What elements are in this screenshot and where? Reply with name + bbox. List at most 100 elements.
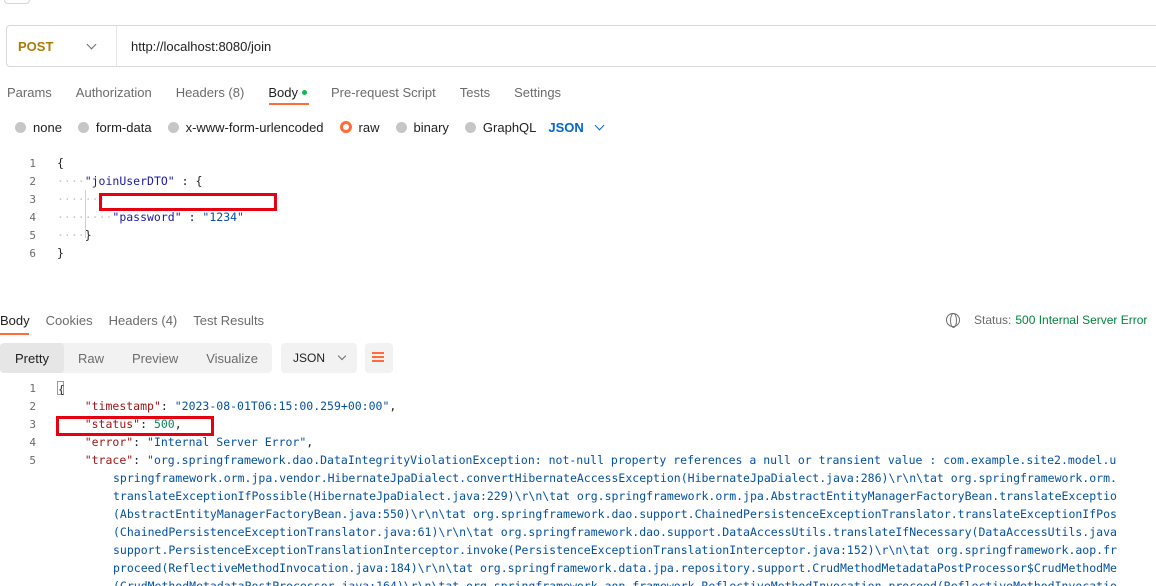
wrap-lines-icon[interactable] <box>365 343 394 373</box>
code-text: ····} <box>57 228 92 242</box>
response-status: Status: 500 Internal Server Error <box>946 311 1147 329</box>
trace-continuation: (AbstractEntityManagerFactoryBean.java:5… <box>113 507 1117 521</box>
url-input[interactable]: http://localhost:8080/join <box>117 39 271 54</box>
status-value[interactable]: 500 Internal Server Error <box>1015 313 1147 327</box>
code-text: "error": "Internal Server Error", <box>84 435 314 449</box>
highlight-box <box>99 193 277 211</box>
response-tabs: Body Cookies Headers (4) Test Results <box>0 311 280 329</box>
response-tab-cookies[interactable]: Cookies <box>46 313 93 328</box>
body-type-binary[interactable]: binary <box>395 119 449 135</box>
chevron-down-icon <box>337 351 347 361</box>
body-type-selector: none form-data x-www-form-urlencoded raw… <box>15 118 605 136</box>
body-type-label: raw <box>358 119 380 135</box>
top-tab-remnant <box>4 0 30 4</box>
highlight-box <box>56 416 214 436</box>
json-key: "joinUserDTO" <box>84 174 175 188</box>
globe-icon[interactable] <box>946 313 960 328</box>
radio-icon <box>77 121 89 133</box>
line-number: 2 <box>29 174 36 188</box>
code-text: { <box>57 381 65 397</box>
code-line: 3 ······· <box>0 190 105 208</box>
tab-params[interactable]: Params <box>7 85 52 100</box>
body-format-dropdown[interactable]: JSON <box>548 119 605 135</box>
modified-dot-icon <box>301 89 307 95</box>
body-type-none[interactable]: none <box>15 120 62 135</box>
json-string: "Internal Server Error" <box>147 435 307 449</box>
line-number: 3 <box>29 192 36 206</box>
trace-continuation: (ChainedPersistenceExceptionTranslator.j… <box>113 525 1117 539</box>
tab-headers[interactable]: Headers (8) <box>176 85 245 100</box>
line-number: 5 <box>29 453 36 467</box>
chevron-down-icon <box>86 39 97 49</box>
code-line: 1 { <box>0 379 65 397</box>
json-punct: { <box>58 383 65 397</box>
code-text: ····"joinUserDTO" : { <box>57 174 203 188</box>
line-number: 1 <box>29 156 36 170</box>
tab-settings[interactable]: Settings <box>514 85 561 100</box>
request-tabs: Params Authorization Headers (8) Body Pr… <box>7 82 585 102</box>
body-type-label: x-www-form-urlencoded <box>185 119 324 135</box>
method-label: POST <box>18 38 54 54</box>
json-key: "error" <box>84 435 134 449</box>
trace-continuation: translateExceptionIfPossible(HibernateJp… <box>113 489 1117 503</box>
body-type-label: none <box>33 119 62 135</box>
code-line: 3 "status": 500, <box>0 415 181 433</box>
tab-body[interactable]: Body <box>268 85 307 100</box>
code-line: 5 "trace": "org.springframework.dao.Data… <box>0 451 1116 469</box>
line-number: 1 <box>29 381 36 395</box>
json-punct: : <box>181 210 203 224</box>
line-number: 3 <box>29 417 36 431</box>
code-line: 4 ········"password" : "1234" <box>0 208 244 226</box>
radio-icon <box>464 121 476 133</box>
body-type-label: binary <box>413 119 449 135</box>
json-punct: : { <box>174 174 203 188</box>
bracket-match-box: { <box>57 381 65 397</box>
body-type-label: form-data <box>95 119 152 135</box>
code-line: 5 ····} <box>0 226 91 244</box>
code-line: 2 ····"joinUserDTO" : { <box>0 172 202 190</box>
trace-continuation: (CrudMethodMetadataPostProcessor.java:16… <box>113 579 1117 586</box>
body-type-form-data[interactable]: form-data <box>77 119 152 135</box>
response-tab-test-results[interactable]: Test Results <box>193 313 264 328</box>
code-text: "timestamp": "2023-08-01T06:15:00.259+00… <box>84 399 397 413</box>
json-key: "timestamp" <box>84 399 161 413</box>
response-tab-headers[interactable]: Headers (4) <box>109 313 178 328</box>
json-key: "trace" <box>84 453 134 467</box>
radio-selected-icon <box>339 121 352 133</box>
body-type-raw[interactable]: raw <box>339 119 380 135</box>
code-line: 4 "error": "Internal Server Error", <box>0 433 313 451</box>
tab-authorization[interactable]: Authorization <box>76 85 152 100</box>
code-text: { <box>57 156 64 170</box>
line-number: 2 <box>29 399 36 413</box>
body-type-label: GraphQL <box>482 119 537 135</box>
line-number: 6 <box>29 246 36 260</box>
code-text: "trace": "org.springframework.dao.DataIn… <box>84 453 1117 467</box>
trace-continuation: springframework.orm.jpa.vendor.Hibernate… <box>113 471 1117 485</box>
radio-icon <box>167 121 179 133</box>
line-number: 4 <box>29 435 36 449</box>
tab-tests[interactable]: Tests <box>460 85 490 100</box>
code-line: 1 { <box>0 154 64 172</box>
body-type-urlencoded[interactable]: x-www-form-urlencoded <box>167 119 324 135</box>
view-mode-selector: Pretty Raw Preview Visualize <box>0 343 273 373</box>
line-number: 4 <box>29 210 36 224</box>
view-preview[interactable]: Preview <box>118 343 192 373</box>
request-url-bar: POST http://localhost:8080/join <box>6 25 1156 67</box>
body-format-label: JSON <box>548 119 584 135</box>
response-tab-body[interactable]: Body <box>0 313 30 328</box>
view-raw[interactable]: Raw <box>64 343 118 373</box>
body-type-graphql[interactable]: GraphQL <box>464 119 537 135</box>
view-pretty[interactable]: Pretty <box>0 343 64 373</box>
line-number: 5 <box>29 228 36 242</box>
view-visualize[interactable]: Visualize <box>192 343 272 373</box>
radio-icon <box>15 121 26 133</box>
chevron-down-icon <box>594 120 605 130</box>
response-format-dropdown[interactable]: JSON <box>281 343 358 373</box>
trace-continuation: support.PersistenceExceptionTranslationI… <box>113 543 1117 557</box>
method-dropdown[interactable]: POST <box>7 26 117 66</box>
tab-pre-request-script[interactable]: Pre-request Script <box>331 85 436 100</box>
status-label: Status: <box>974 313 1012 327</box>
code-text: } <box>57 246 64 260</box>
indent-guide <box>85 190 86 238</box>
radio-icon <box>395 121 407 133</box>
